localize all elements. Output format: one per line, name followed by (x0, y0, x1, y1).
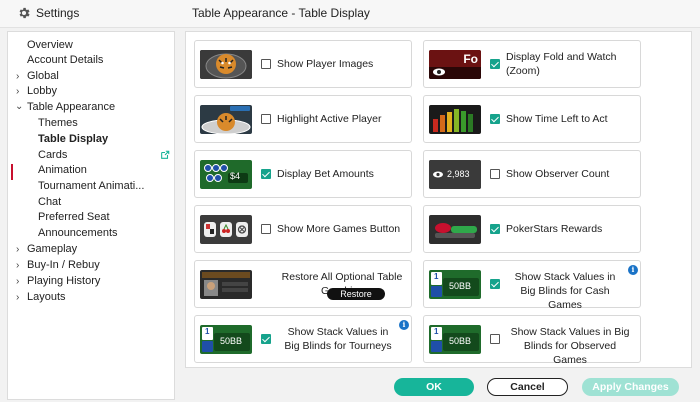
sidebar-item-playing-history[interactable]: › Playing History (16, 275, 100, 287)
option-label: Highlight Active Player (277, 113, 382, 125)
show-time-left-checkbox[interactable] (490, 114, 500, 124)
display-bet-amounts-checkbox[interactable] (261, 169, 271, 179)
chevron-right-icon: › (16, 260, 20, 271)
fold-thumb-text: Fo (463, 52, 478, 66)
option-restore-graphics: Restore All Optional Table Graphics Rest… (194, 260, 412, 308)
stack-thumb-text: 50BB (449, 281, 472, 291)
stack-values-thumbnail: 1 50BB (429, 325, 481, 354)
option-highlight-active-player[interactable]: Highlight Active Player (194, 95, 412, 143)
option-label: Show More Games Button (277, 223, 401, 235)
option-label: PokerStars Rewards (506, 223, 603, 235)
stack-thumb-text: 50BB (220, 336, 243, 346)
rewards-thumbnail (429, 215, 481, 244)
more-games-thumbnail (200, 215, 252, 244)
dialog-footer: OK Cancel Apply Changes (185, 370, 692, 402)
sidebar-item-lobby[interactable]: › Lobby (16, 85, 57, 97)
settings-sidebar: Overview Account Details › Global › Lobby … (7, 31, 175, 400)
time-bank-thumbnail (429, 105, 481, 134)
sidebar-item-layouts[interactable]: › Layouts (16, 291, 66, 303)
bet-amount-thumbnail: $4 (200, 160, 252, 189)
chevron-down-icon: ⌄ (15, 101, 24, 112)
option-label: Show Stack Values in Big Blinds for Obse… (510, 326, 630, 366)
option-stack-big-blinds-observed[interactable]: 1 50BB Show Stack Values in Big Blinds f… (423, 315, 641, 366)
observer-thumb-text: 2,983 (447, 169, 470, 179)
gear-icon (19, 7, 30, 19)
apply-changes-button[interactable]: Apply Changes (582, 378, 679, 396)
show-player-images-checkbox[interactable] (261, 59, 271, 69)
restore-graphics-thumbnail (200, 270, 252, 299)
sidebar-item-preferred-seat[interactable]: Preferred Seat (38, 211, 110, 223)
settings-label: Settings (36, 6, 80, 20)
title-bar: Settings Table Appearance - Table Displa… (0, 0, 700, 28)
option-label: Show Player Images (277, 58, 374, 70)
stack-big-blinds-observed-checkbox[interactable] (490, 334, 500, 344)
sidebar-item-overview[interactable]: Overview (27, 39, 73, 51)
option-show-more-games[interactable]: Show More Games Button (194, 205, 412, 253)
sidebar-item-tournament-animation[interactable]: Tournament Animati... (38, 180, 144, 192)
stack-values-thumbnail: 1 50BB (429, 270, 481, 299)
option-show-time-left[interactable]: Show Time Left to Act (423, 95, 641, 143)
external-link-icon[interactable] (160, 150, 170, 160)
option-stack-big-blinds-tourneys[interactable]: 1 50BB Show Stack Values in Big Blinds f… (194, 315, 412, 363)
stack-thumb-text: 50BB (449, 336, 472, 346)
ok-button[interactable]: OK (394, 378, 474, 396)
sidebar-item-cards[interactable]: Cards (38, 149, 67, 161)
option-show-player-images[interactable]: Show Player Images (194, 40, 412, 88)
active-item-marker (11, 164, 13, 180)
option-display-fold-watch[interactable]: Fo Display Fold and Watch (Zoom) (423, 40, 641, 88)
table-display-panel: Show Player Images Fo Display Fold and W… (185, 31, 692, 368)
chevron-right-icon: › (16, 276, 20, 287)
highlight-active-player-checkbox[interactable] (261, 114, 271, 124)
chevron-right-icon: › (16, 71, 20, 82)
chevron-right-icon: › (16, 244, 20, 255)
stack-big-blinds-cash-checkbox[interactable] (490, 279, 500, 289)
sidebar-item-table-display[interactable]: Table Display (38, 133, 108, 145)
sidebar-item-account-details[interactable]: Account Details (27, 54, 103, 66)
info-icon[interactable]: i (628, 265, 638, 275)
sidebar-item-gameplay[interactable]: › Gameplay (16, 243, 77, 255)
cancel-button[interactable]: Cancel (487, 378, 568, 396)
option-pokerstars-rewards[interactable]: PokerStars Rewards (423, 205, 641, 253)
display-fold-watch-checkbox[interactable] (490, 59, 500, 69)
option-label: Show Observer Count (506, 168, 610, 180)
fold-watch-thumbnail: Fo (429, 50, 481, 79)
option-label: Display Bet Amounts (277, 168, 374, 180)
chevron-right-icon: › (16, 86, 20, 97)
sidebar-item-announcements[interactable]: Announcements (38, 227, 118, 239)
option-stack-big-blinds-cash[interactable]: 1 50BB Show Stack Values in Big Blinds f… (423, 260, 641, 311)
active-player-thumbnail (200, 105, 252, 134)
stack-values-thumbnail: 1 50BB (200, 325, 252, 354)
observer-count-thumbnail: 2,983 (429, 160, 481, 189)
page-title: Table Appearance - Table Display (192, 6, 370, 20)
chevron-right-icon: › (16, 292, 20, 303)
settings-header: Settings (17, 6, 79, 20)
sidebar-item-global[interactable]: › Global (16, 70, 59, 82)
option-show-observer-count[interactable]: 2,983 Show Observer Count (423, 150, 641, 198)
sidebar-item-table-appearance[interactable]: ⌄ Table Appearance (15, 101, 115, 113)
sidebar-item-animation[interactable]: Animation (38, 164, 87, 176)
show-more-games-checkbox[interactable] (261, 224, 271, 234)
bet-thumb-text: $4 (230, 171, 241, 181)
restore-button[interactable]: Restore (327, 288, 385, 300)
player-image-thumbnail (200, 50, 252, 79)
stack-big-blinds-tourneys-checkbox[interactable] (261, 334, 271, 344)
option-label: Show Stack Values in Big Blinds for Tour… (284, 326, 392, 352)
sidebar-item-buy-in-rebuy[interactable]: › Buy-In / Rebuy (16, 259, 100, 271)
info-icon[interactable]: i (399, 320, 409, 330)
option-label: Show Stack Values in Big Blinds for Cash… (514, 271, 616, 311)
sidebar-item-chat[interactable]: Chat (38, 196, 61, 208)
pokerstars-rewards-checkbox[interactable] (490, 224, 500, 234)
option-label: Display Fold and Watch (Zoom) (506, 51, 617, 77)
show-observer-count-checkbox[interactable] (490, 169, 500, 179)
sidebar-item-themes[interactable]: Themes (38, 117, 78, 129)
option-label: Show Time Left to Act (506, 113, 608, 125)
option-display-bet-amounts[interactable]: $4 Display Bet Amounts (194, 150, 412, 198)
